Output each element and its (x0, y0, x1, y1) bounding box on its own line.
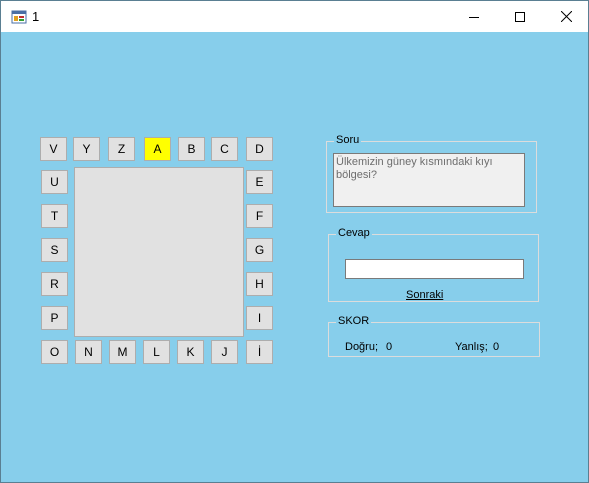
letter-button[interactable]: İ (246, 340, 273, 364)
letter-button[interactable]: U (41, 170, 68, 194)
letter-button[interactable]: T (41, 204, 68, 228)
minimize-icon (469, 16, 479, 18)
maximize-icon (515, 11, 525, 22)
question-group: Soru Ülkemizin güney kısmındaki kıyı böl… (326, 134, 537, 213)
letter-button[interactable]: N (75, 340, 102, 364)
letter-button[interactable]: D (246, 137, 273, 161)
letter-button[interactable]: L (143, 340, 170, 364)
letter-button[interactable]: R (41, 272, 68, 296)
correct-label: Doğru; (345, 341, 379, 353)
score-legend: SKOR (336, 315, 372, 327)
letter-button[interactable]: H (246, 272, 273, 296)
title-bar[interactable]: 1 (1, 1, 588, 32)
letter-button[interactable]: O (41, 340, 68, 364)
letter-button[interactable]: V (40, 137, 67, 161)
letter-button[interactable]: J (211, 340, 238, 364)
answer-legend: Cevap (336, 227, 372, 239)
app-icon (11, 10, 27, 24)
window-title: 1 (32, 9, 40, 24)
letter-button[interactable]: Y (73, 137, 100, 161)
letter-button[interactable]: E (246, 170, 273, 194)
letter-button[interactable]: P (41, 306, 68, 330)
app-window: 1 V Y Z A B C D U T S R P E F G H I O N … (0, 0, 589, 483)
answer-group: Cevap Sonraki (328, 227, 539, 302)
correct-count: 0 (386, 341, 393, 353)
letter-button[interactable]: M (109, 340, 136, 364)
letter-button[interactable]: I (246, 306, 273, 330)
question-textbox: Ülkemizin güney kısmındaki kıyı bölgesi? (333, 153, 525, 207)
minimize-button[interactable] (451, 1, 497, 32)
letter-button[interactable]: G (246, 238, 273, 262)
center-panel (74, 167, 244, 337)
letter-button[interactable]: S (41, 238, 68, 262)
score-group: SKOR Doğru; 0 Yanlış; 0 (328, 315, 540, 357)
next-button[interactable]: Sonraki (406, 289, 443, 301)
letter-button-active[interactable]: A (144, 137, 171, 161)
close-icon (560, 11, 572, 22)
letter-button[interactable]: C (211, 137, 238, 161)
letter-button[interactable]: F (246, 204, 273, 228)
letter-button[interactable]: B (178, 137, 205, 161)
question-legend: Soru (334, 134, 362, 146)
letter-button[interactable]: Z (108, 137, 135, 161)
wrong-count: 0 (493, 341, 500, 353)
answer-input[interactable] (345, 259, 524, 279)
letter-button[interactable]: K (177, 340, 204, 364)
wrong-label: Yanlış; (455, 341, 488, 353)
maximize-button[interactable] (497, 1, 543, 32)
close-button[interactable] (543, 1, 589, 32)
